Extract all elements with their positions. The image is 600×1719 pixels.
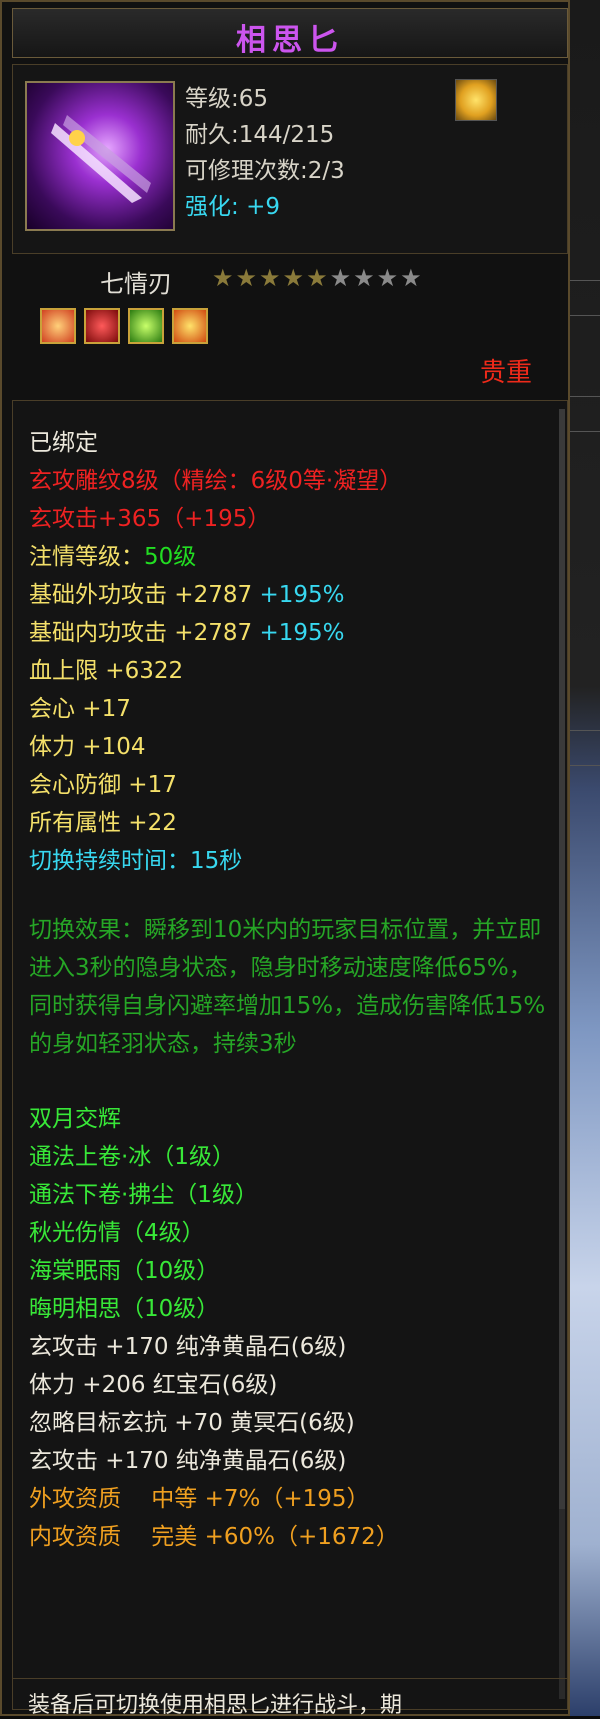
dagger-icon[interactable] [25, 81, 175, 231]
skill-line: 秋光伤情（4级） [29, 1220, 205, 1246]
repair-times-stat: 可修理次数:2/3 [185, 158, 345, 184]
skill-line: 通法上卷·冰（1级） [29, 1144, 235, 1170]
crit-line: 会心 +17 [29, 696, 131, 722]
level-stat: 等级:65 [185, 86, 269, 112]
switch-effect-description: 切换效果：瞬移到10米内的玩家目标位置，并立即进入3秒的隐身状态，隐身时移动速度… [29, 917, 546, 1057]
star-filled-icon: ★ [235, 264, 260, 292]
footer-note: 装备后可切换使用相思匕进行战斗，期 [12, 1678, 568, 1719]
quality-name: 七情刃 [100, 270, 172, 298]
star-rating: ★★★★★★★★★ [212, 264, 424, 292]
aptitude-inner-line: 内攻资质 完美 +60%（+1672） [29, 1524, 399, 1550]
details-scrollbar[interactable] [559, 409, 565, 1699]
star-empty-icon: ★ [376, 264, 401, 292]
base-outer-label: 基础外功攻击 +2787 [29, 582, 253, 608]
skill-line: 海棠眠雨（10级） [29, 1258, 220, 1284]
aptitude-outer-line: 外攻资质 中等 +7%（+195） [29, 1486, 370, 1512]
set-name-line: 双月交辉 [29, 1106, 121, 1132]
background-panel [570, 396, 600, 432]
zhuqing-line: 注情等级：50级 [29, 543, 196, 571]
star-filled-icon: ★ [259, 264, 283, 292]
bound-status: 已绑定 [29, 430, 98, 456]
stamina-line: 体力 +104 [29, 734, 146, 760]
item-title: 相思匕 [236, 23, 344, 58]
base-outer-attack-line: 基础外功攻击 +2787 +195% [29, 581, 344, 609]
item-header: 等级:65 耐久:144/215 可修理次数:2/3 强化: +9 [12, 64, 568, 254]
star-empty-icon: ★ [329, 264, 354, 292]
gem-line: 体力 +206 红宝石(6级) [29, 1372, 278, 1398]
gem-slot-orange-icon[interactable] [40, 308, 76, 344]
skill-line: 通法下卷·拂尘（1级） [29, 1182, 258, 1208]
attribute-details: 已绑定 玄攻雕纹8级（精绘：6级0等·凝望） 玄攻击+365（+195） 注情等… [12, 400, 568, 1710]
title-bar: 相思匕 [12, 8, 568, 58]
gem-slot-gold-icon[interactable] [172, 308, 208, 344]
base-outer-pct: +195% [259, 582, 345, 608]
scrollbar-thumb[interactable] [559, 409, 565, 1509]
all-attribute-line: 所有属性 +22 [29, 810, 177, 836]
base-inner-attack-line: 基础内功攻击 +2787 +195% [29, 619, 344, 647]
gem-slot-red-icon[interactable] [84, 308, 120, 344]
enhance-value: +9 [246, 194, 280, 220]
footer-text: 装备后可切换使用相思匕进行战斗，期 [28, 1693, 403, 1718]
background-scene [570, 0, 600, 1716]
hp-line: 血上限 +6322 [29, 658, 184, 684]
item-tooltip: 相思匕 等级:65 耐久:144/215 可修理次数:2/3 强化: +9 七情… [0, 0, 570, 1719]
star-filled-icon: ★ [212, 264, 236, 292]
background-panel [570, 730, 600, 766]
star-empty-icon: ★ [400, 264, 424, 292]
engrave-line: 玄攻雕纹8级（精绘：6级0等·凝望） [29, 468, 403, 494]
enhance-stat: 强化: +9 [185, 187, 280, 221]
base-inner-pct: +195% [259, 620, 345, 646]
background-panel [570, 280, 600, 316]
xuan-attack-line: 玄攻击+365（+195） [29, 506, 271, 532]
skill-line: 晦明相思（10级） [29, 1296, 220, 1322]
switch-duration-line: 切换持续时间：15秒 [29, 848, 243, 874]
crit-defense-line: 会心防御 +17 [29, 772, 177, 798]
gem-slot-green-icon[interactable] [128, 308, 164, 344]
quality-section: 七情刃 ★★★★★★★★★ 贵重 [12, 256, 568, 388]
gem-line: 忽略目标玄抗 +70 黄冥石(6级) [29, 1410, 355, 1436]
grade-label: 贵重 [479, 358, 532, 388]
star-filled-icon: ★ [282, 264, 307, 292]
gem-line: 玄攻击 +170 纯净黄晶石(6级) [29, 1334, 347, 1360]
gem-line: 玄攻击 +170 纯净黄晶石(6级) [29, 1448, 347, 1474]
base-inner-label: 基础内功攻击 +2787 [29, 620, 253, 646]
zhuqing-label: 注情等级： [29, 544, 144, 570]
star-empty-icon: ★ [353, 264, 377, 292]
durability-stat: 耐久:144/215 [185, 122, 335, 148]
zhuqing-value: 50级 [144, 544, 197, 570]
spirit-badge-icon[interactable] [455, 79, 497, 121]
star-filled-icon: ★ [306, 264, 330, 292]
enhance-label: 强化: [185, 194, 239, 220]
